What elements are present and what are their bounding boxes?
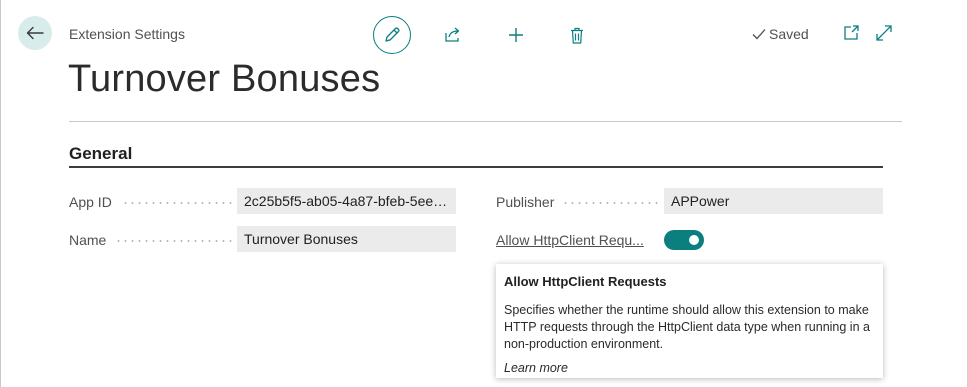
new-button[interactable] — [497, 16, 535, 54]
name-leader-dots — [115, 240, 232, 242]
tooltip-body: Specifies whether the runtime should all… — [504, 303, 870, 351]
app-id-leader-dots — [122, 202, 232, 204]
pencil-icon — [385, 27, 400, 42]
back-button[interactable] — [18, 16, 52, 50]
trash-icon — [571, 27, 583, 44]
publisher-field[interactable]: APPower — [664, 188, 883, 214]
name-label: Name — [69, 232, 107, 248]
field-tooltip: Allow HttpClient Requests Specifies whet… — [496, 264, 883, 378]
checkmark-icon — [752, 29, 766, 40]
allow-httpclient-requests-toggle[interactable] — [664, 230, 704, 250]
section-title-general[interactable]: General — [69, 144, 132, 164]
expand-button[interactable] — [875, 24, 895, 44]
save-status-label: Saved — [769, 26, 809, 42]
toggle-knob — [689, 235, 699, 245]
arrow-left-icon — [26, 26, 44, 40]
edit-button[interactable] — [373, 16, 411, 54]
app-id-field[interactable]: 2c25b5f5-ab05-4a87-bfeb-5eed... — [237, 188, 456, 214]
save-status: Saved — [752, 26, 809, 42]
publisher-label: Publisher — [496, 194, 555, 210]
learn-more-link[interactable]: Learn more — [504, 361, 875, 375]
share-button[interactable] — [434, 16, 472, 54]
tooltip-title: Allow HttpClient Requests — [504, 274, 667, 289]
share-icon — [445, 27, 460, 42]
allow-httpclient-requests-label[interactable]: Allow HttpClient Requ... — [496, 227, 644, 253]
page-title: Turnover Bonuses — [68, 58, 381, 100]
name-field[interactable]: Turnover Bonuses — [237, 226, 456, 252]
title-divider — [69, 121, 902, 122]
open-in-new-window-icon — [844, 25, 859, 40]
delete-button[interactable] — [558, 16, 596, 54]
open-in-new-window-button[interactable] — [842, 24, 862, 44]
section-divider — [69, 166, 883, 168]
app-id-label: App ID — [69, 194, 112, 210]
window-left-border — [0, 0, 1, 387]
breadcrumb: Extension Settings — [69, 26, 185, 42]
publisher-leader-dots — [562, 202, 659, 204]
plus-icon — [509, 28, 523, 42]
expand-icon — [876, 25, 892, 41]
